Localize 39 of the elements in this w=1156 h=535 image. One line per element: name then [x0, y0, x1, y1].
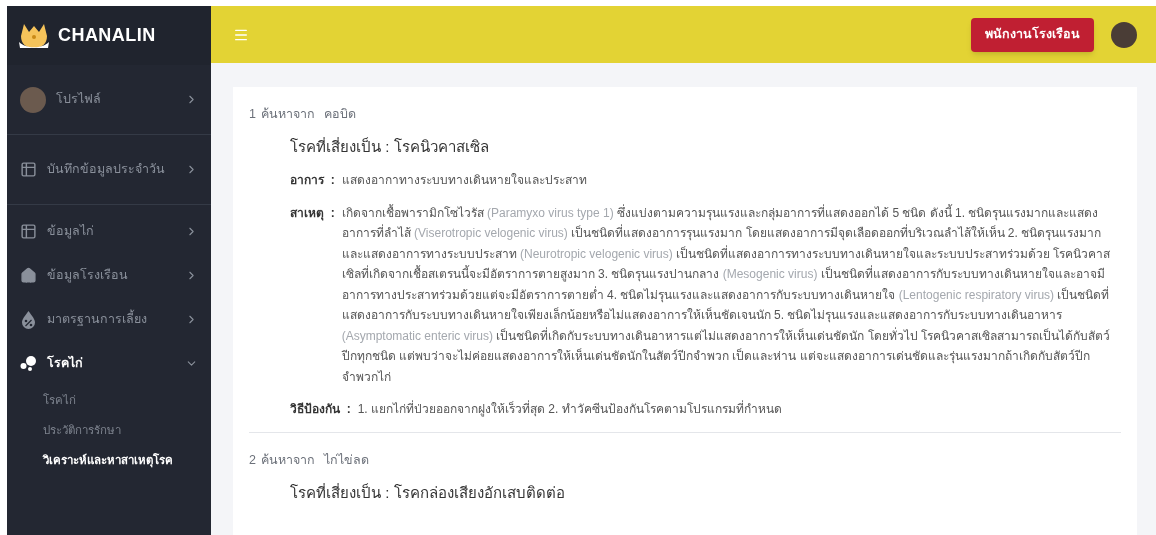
brand-name: CHANALIN — [58, 24, 156, 47]
submenu-item[interactable]: ประวัติการรักษา — [43, 415, 211, 445]
disease-name: โรคนิวคาสเซิล — [394, 136, 490, 157]
table-icon — [20, 161, 37, 178]
disease-label: โรคที่เสี่ยงเป็น : — [290, 482, 390, 503]
sidebar-item-label: โรคไก่ — [47, 354, 84, 372]
field-label: วิธีป้องกัน : — [290, 401, 351, 419]
sidebar-item-label: โปรไฟล์ — [56, 91, 102, 109]
search-keyword: คอบิด — [323, 106, 356, 123]
table-icon — [20, 222, 37, 240]
sidebar-item[interactable]: โปรไฟล์ — [7, 65, 211, 135]
avatar-placeholder[interactable] — [1111, 21, 1137, 48]
search-label: ค้นหาจาก — [260, 106, 315, 123]
role-button[interactable]: พนักงานโรงเรือน — [971, 17, 1094, 52]
sidebar-item[interactable]: โรคไก่ — [7, 341, 211, 385]
percent-drop-icon — [20, 309, 37, 329]
result-number: 1 — [249, 106, 256, 123]
sidebar-item-label: บันทึกข้อมูลประจำวัน — [47, 161, 166, 179]
field-text: แสดงอากาทางระบบทางเดินหายใจและประสาท — [341, 172, 587, 190]
dots-icon — [20, 355, 37, 371]
field-text: 1. แยกไก่ที่ป่วยออกจากฝูงให้เร็วที่สุด 2. ทำวัคซีนป้องกันโรคตามโปรแกรมที่กำหนด — [357, 399, 782, 419]
submenu-item[interactable]: โรคไก่ — [43, 385, 211, 415]
search-label: ค้นหาจาก — [260, 451, 315, 469]
disease-name: โรคกล่องเสียงอักเสบติดต่อ — [394, 482, 566, 503]
sidebar-item[interactable]: มาตรฐานการเลี้ยง — [7, 297, 211, 341]
search-keyword: ไก่ไข่ลด — [323, 451, 369, 469]
field-text: เกิดจากเชื้อพารามิกโซไวรัส (Paramyxo virus type 1) ซึ่งแบ่งตามความรุนแรงและกลุ่มอาการที่แสดงออกได้ 5 ชนิด ดังนี้ 1. ชนิดรุนแรงมากและแสดงอาการที่ลำไส้ (Viserotropic velogenic virus) เป็นชนิดที่แสดงอาการรุนแรงมาก โดยแสดงอาการมีจุดเลือดออกที่บริเวณลำไส้ให้เห็น 2. ชนิดรุนแรงมากและแสดงอาการทางระบบประสาท (Neurotropic velogenic virus) เป็นชนิดที่แสดงอาการทางระบบทางเดินหายใจและระบบประสาทร่วมด้วย โรคนิวคาสเซิลที่เกิดจากเชื้อสเตรนนี้จะมีอัตราการตายสูงมาก 3. ชนิดรุนแรงปานกลาง (Mesogenic virus) เป็นชนิดที่แสดงอาการกับระบบทางเดินหายใจและอาจมีอาการทางประสาทร่วมด้วยแต่จะมีอัตราการตายต่ำ 4. ชนิดไม่รุนแรงและแสดงอาการกับระบบทางเดินหายใจ (Lentogenic respiratory virus) เป็นชนิดที่แสดงอาการกับระบบทางเดินหายใจเพียงเล็กน้อยหรือไม่แสดงอาการให้เห็นชัดเจนนัก 5. ชนิดไม่รุนแรงและแสดงอาการกับระบบทางเดินอาหาร (Asymptomatic enteric virus) เป็นชนิดที่เกิดกับระบบทางเดินอาหารแต่ไม่แสดงอาการให้เห็นเด่นชัดนัก โดยทั่วไป โรคนิวคาสเซิลสามารถเป็นได้กับสัตว์ปีกทุกชนิด แต่พบว่าจะไม่ค่อยแสดงอาการให้เห็นเด่นชัดนักในสัตว์ปีกจำพวก เป็ดและห่าน แต่จะแสดงอาการเด่นชัดและรุ่นแรงมากถ้าเกิดกับสัตว์ปีกจำพวกไก่ — [341, 203, 1112, 386]
home-icon — [20, 266, 37, 284]
avatar-placeholder — [20, 86, 46, 113]
sidebar-item-label: ข้อมูลโรงเรือน — [47, 266, 129, 285]
sidebar-item-label: มาตรฐานการเลี้ยง — [47, 309, 148, 328]
sidebar-item-label: ข้อมูลไก่ — [47, 222, 95, 241]
field-label: อาการ : — [290, 172, 335, 190]
result-number: 2 — [249, 451, 256, 469]
disease-label: โรคที่เสี่ยงเป็น : — [290, 136, 390, 157]
field-label: สาเหตุ : — [290, 204, 335, 223]
sidebar-item[interactable]: ข้อมูลโรงเรือน — [7, 253, 211, 297]
sidebar-item[interactable]: ข้อมูลไก่ — [7, 209, 211, 253]
submenu-item[interactable]: วิเคราะห์และหาสาเหตุโรค — [43, 445, 211, 475]
